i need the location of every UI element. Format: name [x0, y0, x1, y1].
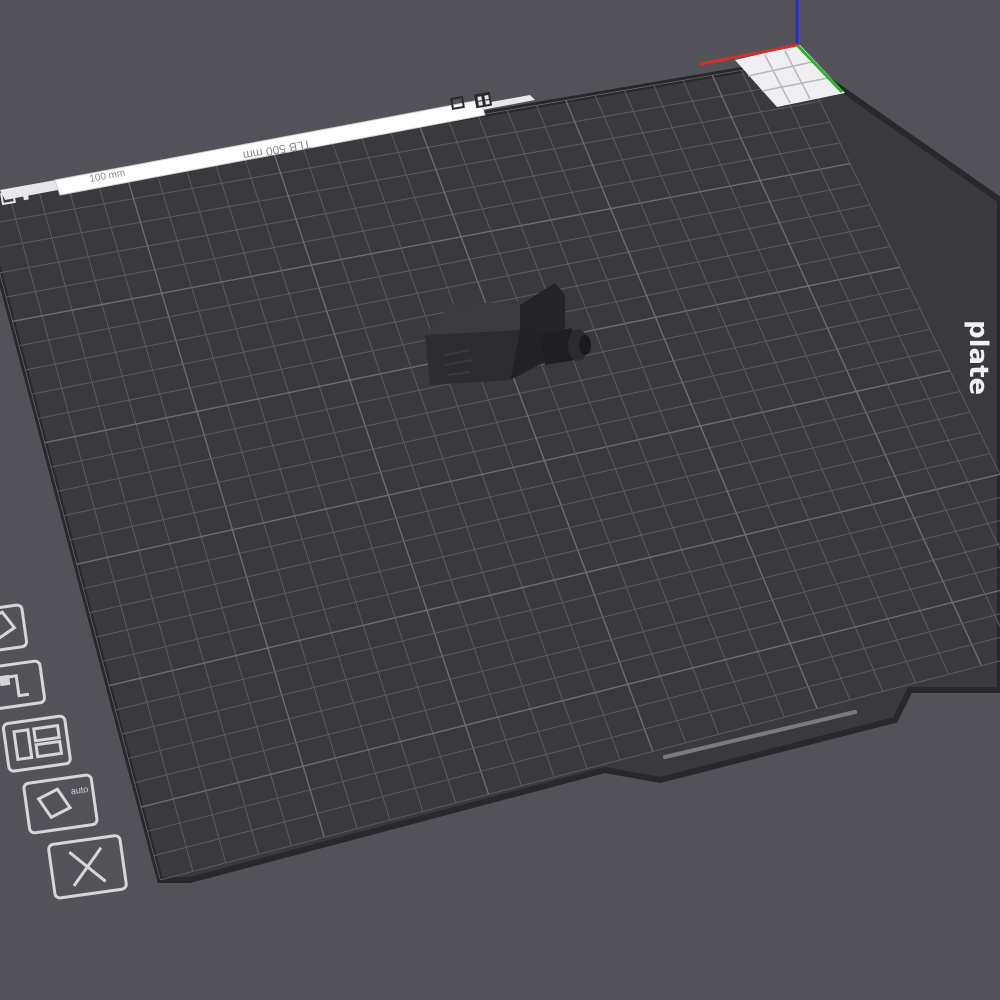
3d-viewport[interactable]: TLB 500 mm 100 mm plate auto	[0, 0, 1000, 1000]
auto-orient-icon[interactable]: auto	[22, 773, 99, 835]
filament-icon[interactable]	[0, 659, 46, 711]
arrange-icon[interactable]	[1, 714, 72, 773]
orient-icon[interactable]	[0, 603, 29, 655]
auto-orient-label: auto	[70, 784, 89, 796]
scene-canvas[interactable]: TLB 500 mm 100 mm plate auto	[0, 0, 1000, 1000]
plate-layout-icon[interactable]	[473, 91, 493, 109]
plate-brand-text: plate	[963, 320, 993, 395]
delete-plate-icon[interactable]	[47, 834, 128, 900]
